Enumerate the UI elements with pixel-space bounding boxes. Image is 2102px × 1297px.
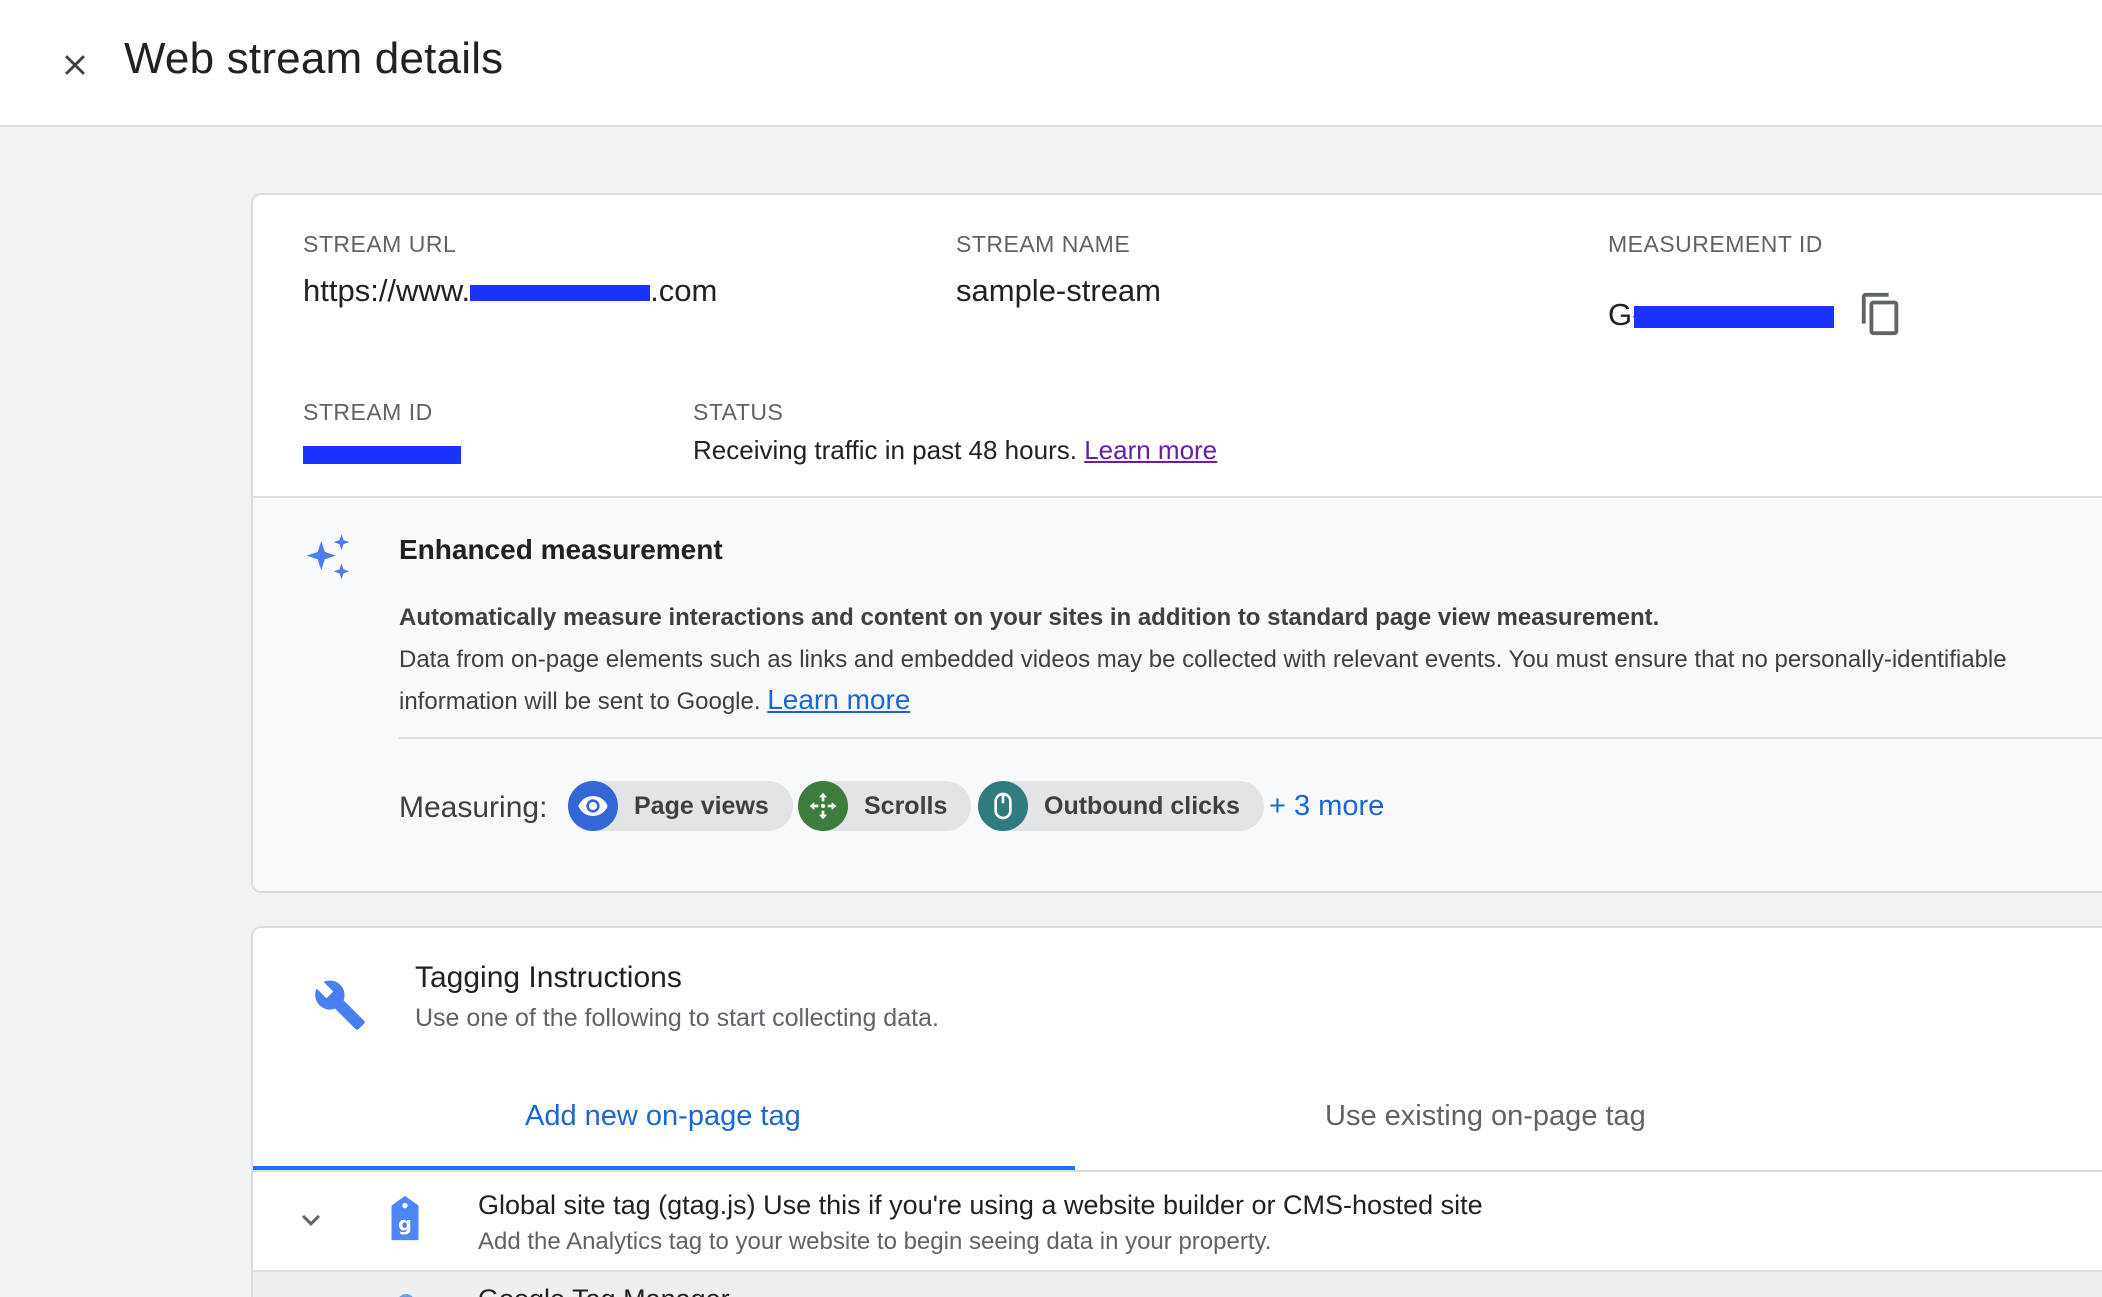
stream-url-suffix: .com [650, 273, 718, 308]
more-measurements-link[interactable]: + 3 more [1269, 790, 1384, 823]
close-icon [65, 55, 85, 75]
stream-url-value[interactable]: https://www. .com [303, 273, 717, 309]
stream-id-label: STREAM ID [303, 399, 433, 425]
tab-add-new-on-page-tag[interactable]: Add new on-page tag [525, 1100, 801, 1150]
chip-label: Outbound clicks [1044, 791, 1240, 820]
close-button[interactable] [50, 40, 100, 90]
tagging-instructions-card: Tagging Instructions Use one of the foll… [251, 926, 2102, 1297]
redaction-mark [303, 445, 461, 464]
gtm-option-row[interactable]: Google Tag Manager [253, 1270, 2102, 1297]
status-text: Receiving traffic in past 48 hours. Lear… [693, 435, 1217, 466]
stream-name-label: STREAM NAME [956, 231, 1131, 257]
status-learn-more-link[interactable]: Learn more [1084, 435, 1217, 465]
status-label: STATUS [693, 399, 784, 425]
stream-url-prefix: https://www. [303, 273, 471, 308]
scroll-arrows-icon [798, 781, 848, 831]
enhanced-learn-more-link[interactable]: Learn more [767, 684, 910, 715]
redaction-mark [470, 284, 651, 301]
chip-label: Page views [634, 791, 769, 820]
enhanced-description-text: Data from on-page elements such as links… [399, 646, 2007, 715]
measuring-label: Measuring: [399, 791, 548, 824]
sparkle-icon [306, 534, 350, 580]
gtag-title: Global site tag (gtag.js) Use this if yo… [478, 1190, 1483, 1221]
divider [399, 737, 2102, 739]
stream-name-value: sample-stream [956, 273, 1161, 308]
gtag-option-row[interactable]: g Global site tag (gtag.js) Use this if … [253, 1172, 2102, 1270]
stream-details-card: STREAM URL https://www. .com STREAM NAME … [251, 193, 2102, 893]
svg-text:g: g [398, 1213, 412, 1236]
chevron-down-icon[interactable] [293, 1202, 329, 1238]
chip-outbound-clicks: Outbound clicks [978, 781, 1264, 831]
enhanced-measurement-title: Enhanced measurement [399, 534, 723, 565]
enhanced-measurement-description: Data from on-page elements such as links… [399, 640, 2089, 722]
measurement-id-value[interactable]: G- [1608, 297, 1835, 333]
gtag-subtitle: Add the Analytics tag to your website to… [478, 1228, 1272, 1255]
page-title: Web stream details [124, 34, 504, 83]
enhanced-measurement-section: Enhanced measurement Automatically measu… [253, 496, 2102, 891]
top-bar: Web stream details [0, 0, 2102, 127]
enhanced-measurement-summary: Automatically measure interactions and c… [399, 604, 1660, 631]
mouse-icon [978, 781, 1028, 831]
copy-icon[interactable] [1858, 291, 1904, 337]
eye-icon [568, 781, 618, 831]
gtag-icon: g [391, 1195, 419, 1241]
redaction-mark [1634, 305, 1835, 328]
measurement-id-label: MEASUREMENT ID [1608, 231, 1823, 257]
chip-label: Scrolls [864, 791, 948, 820]
tagging-title: Tagging Instructions [415, 961, 682, 994]
wrench-icon [315, 980, 365, 1030]
tab-use-existing-on-page-tag[interactable]: Use existing on-page tag [1325, 1100, 1646, 1150]
gtm-title: Google Tag Manager [478, 1284, 730, 1297]
tagging-subtitle: Use one of the following to start collec… [415, 1004, 939, 1032]
status-message: Receiving traffic in past 48 hours. [693, 435, 1077, 465]
gtag-title-rest: Use this if you're using a website build… [755, 1190, 1483, 1220]
stream-url-label: STREAM URL [303, 231, 457, 257]
chip-page-views: Page views [568, 781, 793, 831]
gtag-title-bold: Global site tag (gtag.js) [478, 1190, 756, 1220]
stream-id-value[interactable] [303, 435, 461, 471]
chip-scrolls: Scrolls [798, 781, 972, 831]
